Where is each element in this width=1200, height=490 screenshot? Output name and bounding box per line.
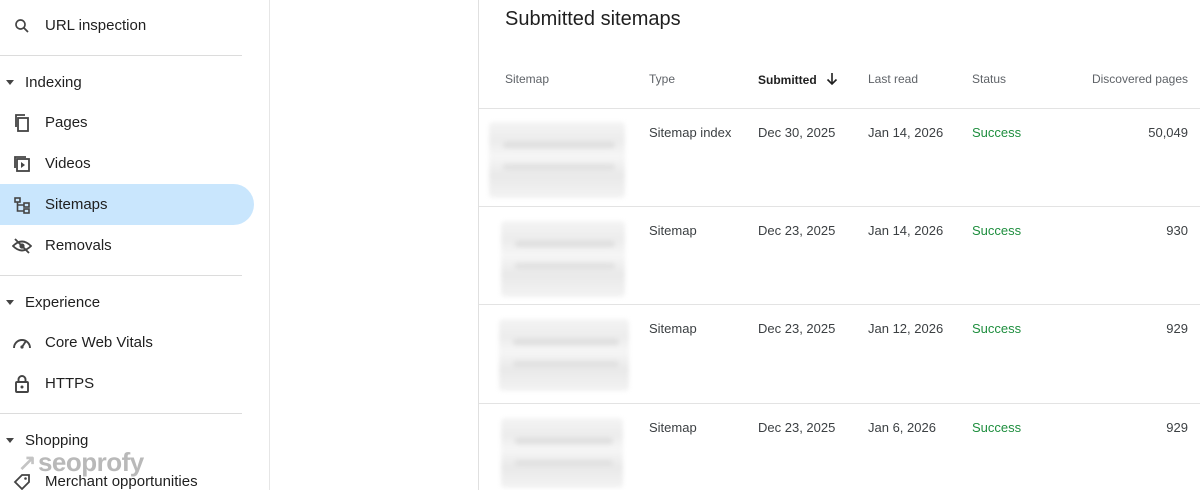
caret-down-icon xyxy=(6,79,14,85)
eye-off-icon xyxy=(12,236,32,256)
sidebar-item-removals[interactable]: Removals xyxy=(0,225,254,266)
arrow-icon: ↗ xyxy=(18,449,36,475)
cell-type: Sitemap xyxy=(649,321,697,336)
column-header-status[interactable]: Status xyxy=(972,72,1006,86)
sidebar-item-pages[interactable]: Pages xyxy=(0,102,254,143)
blurred-sitemap-url xyxy=(501,418,623,488)
cell-type: Sitemap xyxy=(649,420,697,435)
cell-last-read: Jan 14, 2026 xyxy=(868,125,944,140)
page-title: Submitted sitemaps xyxy=(505,8,681,30)
section-label: Indexing xyxy=(25,73,82,91)
sidebar-item-label: Pages xyxy=(45,114,88,131)
column-header-last-read[interactable]: Last read xyxy=(868,72,918,86)
watermark-text: seoprofy xyxy=(37,447,144,477)
column-header-label: Submitted xyxy=(758,73,817,87)
sidebar: URL inspection Indexing Pages Videos Sit… xyxy=(0,0,270,490)
section-label: Shopping xyxy=(25,431,89,449)
cell-discovered-pages: 929 xyxy=(1166,420,1188,435)
status-badge: Success xyxy=(972,125,1022,140)
sidebar-item-label: Removals xyxy=(45,237,112,254)
sitemap-icon xyxy=(12,195,32,215)
cell-last-read: Jan 6, 2026 xyxy=(868,420,936,435)
main-panel: Submitted sitemaps Sitemap Type Submitte… xyxy=(478,0,1200,490)
sidebar-item-url-inspection[interactable]: URL inspection xyxy=(0,5,254,46)
divider xyxy=(0,275,242,276)
blurred-sitemap-url xyxy=(489,122,625,198)
column-header-discovered-pages[interactable]: Discovered pages xyxy=(1090,72,1188,86)
column-header-type[interactable]: Type xyxy=(649,72,675,86)
row-divider xyxy=(479,403,1200,404)
search-icon xyxy=(12,16,32,36)
caret-down-icon xyxy=(6,299,14,305)
gauge-icon xyxy=(12,333,32,353)
cell-submitted: Dec 23, 2025 xyxy=(758,420,836,435)
sidebar-item-core-web-vitals[interactable]: Core Web Vitals xyxy=(0,322,254,363)
cell-last-read: Jan 12, 2026 xyxy=(868,321,944,336)
divider xyxy=(0,55,242,56)
sidebar-item-label: HTTPS xyxy=(45,375,95,392)
watermark-logo: ↗ seoprofy xyxy=(18,447,144,478)
cell-submitted: Dec 23, 2025 xyxy=(758,223,836,238)
cell-type: Sitemap xyxy=(649,223,697,238)
cell-discovered-pages: 929 xyxy=(1166,321,1188,336)
sidebar-item-https[interactable]: HTTPS xyxy=(0,363,254,404)
sidebar-item-videos[interactable]: Videos xyxy=(0,143,254,184)
lock-icon xyxy=(12,374,32,394)
cell-last-read: Jan 14, 2026 xyxy=(868,223,944,238)
status-badge: Success xyxy=(972,223,1022,238)
pages-icon xyxy=(12,113,32,133)
sidebar-item-label: Core Web Vitals xyxy=(45,334,153,351)
section-label: Experience xyxy=(25,293,101,311)
arrow-down-icon xyxy=(826,72,838,89)
column-header-submitted[interactable]: Submitted xyxy=(758,72,838,89)
blurred-sitemap-url xyxy=(501,221,625,297)
divider xyxy=(0,413,242,414)
video-icon xyxy=(12,154,32,174)
cell-discovered-pages: 50,049 xyxy=(1148,125,1188,140)
cell-discovered-pages: 930 xyxy=(1166,223,1188,238)
sidebar-item-sitemaps[interactable]: Sitemaps xyxy=(0,184,254,225)
row-divider xyxy=(479,206,1200,207)
header-divider xyxy=(479,108,1200,109)
blurred-sitemap-url xyxy=(499,319,629,391)
status-badge: Success xyxy=(972,321,1022,336)
cell-submitted: Dec 30, 2025 xyxy=(758,125,836,140)
cell-submitted: Dec 23, 2025 xyxy=(758,321,836,336)
column-header-sitemap[interactable]: Sitemap xyxy=(505,72,549,86)
caret-down-icon xyxy=(6,437,14,443)
row-divider xyxy=(479,304,1200,305)
sidebar-item-label: URL inspection xyxy=(45,17,147,34)
sidebar-item-label: Sitemaps xyxy=(45,196,108,213)
sidebar-item-label: Videos xyxy=(45,155,91,172)
cell-type: Sitemap index xyxy=(649,125,732,140)
status-badge: Success xyxy=(972,420,1022,435)
